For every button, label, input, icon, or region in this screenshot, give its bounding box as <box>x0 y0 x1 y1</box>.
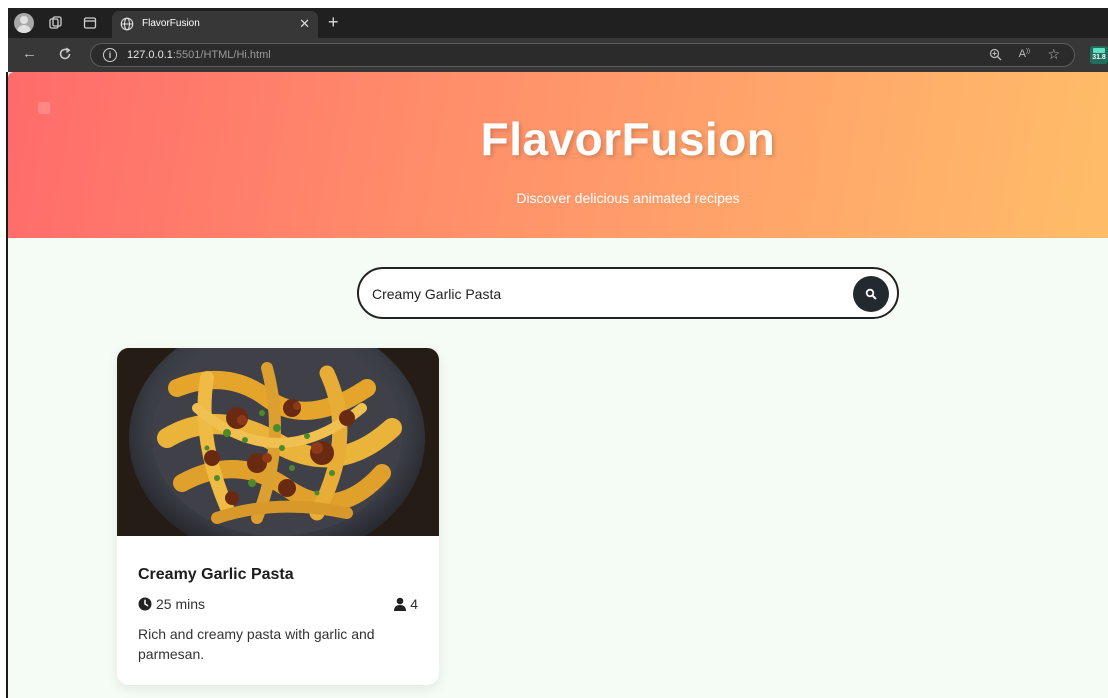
site-title: FlavorFusion <box>480 113 776 165</box>
new-tab-icon[interactable]: + <box>328 12 339 33</box>
workspaces-icon[interactable] <box>46 13 66 33</box>
recipe-time: 25 mins <box>138 596 205 612</box>
address-bar[interactable]: i 127.0.0.1:5501/HTML/Hi.html A)) ☆ <box>90 43 1075 67</box>
user-icon <box>394 597 407 611</box>
search-input[interactable] <box>372 281 842 307</box>
site-info-icon[interactable]: i <box>103 48 117 62</box>
search-button[interactable] <box>853 276 889 312</box>
search-bar <box>357 267 899 319</box>
recipe-time-text: 25 mins <box>156 596 206 612</box>
extension-icon[interactable]: 31.8 <box>1090 46 1108 64</box>
url-text: 127.0.0.1:5501/HTML/Hi.html <box>127 49 271 61</box>
close-tab-icon[interactable]: ✕ <box>299 16 310 32</box>
refresh-icon[interactable] <box>58 45 72 65</box>
tab-title: FlavorFusion <box>142 18 200 29</box>
browser-tab-strip: FlavorFusion ✕ + <box>8 8 1108 38</box>
hero-header: FlavorFusion Discover delicious animated… <box>8 72 1108 238</box>
extension-badge: 31.8 <box>1092 54 1106 61</box>
zoom-icon[interactable] <box>989 48 1002 64</box>
recipe-servings-text: 4 <box>410 596 418 612</box>
recipe-image <box>117 348 439 536</box>
favorite-star-icon[interactable]: ☆ <box>1047 46 1060 63</box>
site-subtitle: Discover delicious animated recipes <box>516 190 740 206</box>
profile-avatar-icon[interactable] <box>14 13 34 33</box>
back-arrow-icon[interactable]: ← <box>22 45 37 62</box>
read-aloud-icon[interactable]: A)) <box>1019 48 1030 60</box>
globe-icon <box>120 17 134 31</box>
tab-actions-icon[interactable] <box>80 13 100 33</box>
search-icon <box>865 288 877 300</box>
recipe-description: Rich and creamy pasta with garlic and pa… <box>138 626 375 662</box>
browser-tab[interactable]: FlavorFusion ✕ <box>112 11 318 38</box>
browser-toolbar: ← i 127.0.0.1:5501/HTML/Hi.html A)) ☆ 31… <box>8 38 1108 72</box>
clock-icon <box>138 597 152 611</box>
recipe-title: Creamy Garlic Pasta <box>138 566 294 583</box>
recipe-servings: 4 <box>393 596 418 612</box>
page-viewport: FlavorFusion Discover delicious animated… <box>8 72 1108 698</box>
recipe-card[interactable]: Creamy Garlic Pasta 25 mins 4 Rich and c… <box>117 348 439 685</box>
